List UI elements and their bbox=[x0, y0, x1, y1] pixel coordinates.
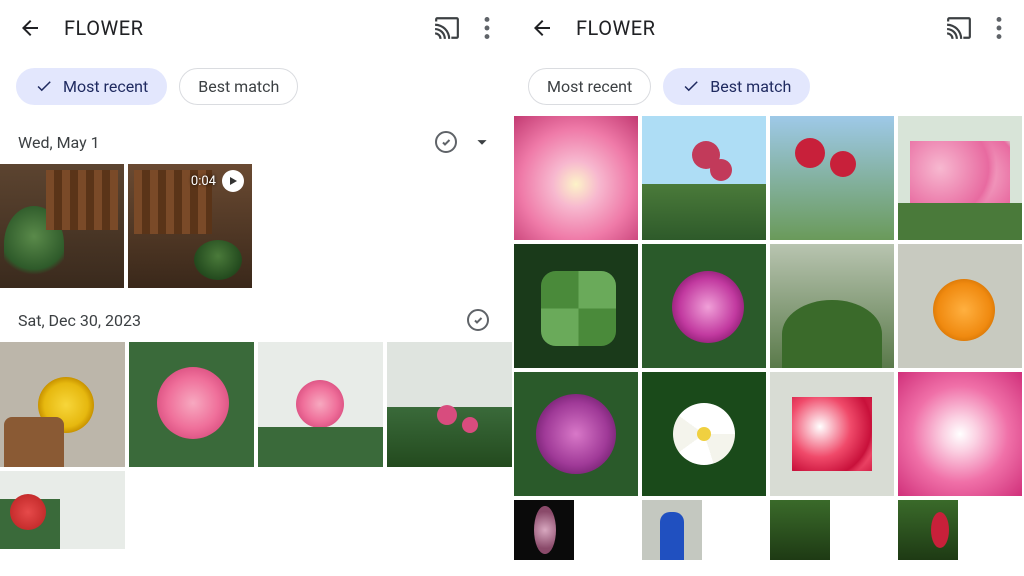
back-button[interactable] bbox=[528, 14, 556, 42]
photo-thumbnail[interactable] bbox=[898, 244, 1022, 368]
photo-thumbnail[interactable] bbox=[642, 244, 766, 368]
play-icon bbox=[222, 170, 244, 192]
video-duration: 0:04 bbox=[191, 174, 216, 189]
chevron-down-icon bbox=[471, 131, 493, 153]
photo-thumbnail[interactable] bbox=[514, 372, 638, 496]
pane-most-recent: FLOWER Most recent Best match Wed, May 1 bbox=[0, 0, 512, 576]
photo-thumbnail[interactable] bbox=[514, 116, 638, 240]
cast-icon bbox=[946, 17, 972, 39]
arrow-left-icon bbox=[530, 16, 554, 40]
header: FLOWER bbox=[512, 0, 1024, 56]
thumbnail-row: 0:04 bbox=[0, 164, 512, 288]
photo-thumbnail[interactable] bbox=[642, 372, 766, 496]
photo-thumbnail[interactable] bbox=[898, 500, 958, 560]
photo-thumbnail[interactable] bbox=[129, 342, 254, 467]
back-button[interactable] bbox=[16, 14, 44, 42]
check-circle-outline-icon bbox=[466, 308, 490, 332]
chip-label: Best match bbox=[710, 77, 791, 96]
photo-thumbnail[interactable] bbox=[514, 500, 574, 560]
video-overlay: 0:04 bbox=[128, 170, 252, 192]
photo-thumbnail[interactable] bbox=[770, 372, 894, 496]
photo-thumbnail[interactable] bbox=[898, 116, 1022, 240]
photo-thumbnail[interactable] bbox=[0, 471, 125, 549]
chip-best-match[interactable]: Best match bbox=[179, 68, 298, 105]
select-all-button[interactable] bbox=[466, 308, 490, 332]
chip-label: Best match bbox=[198, 77, 279, 96]
photo-thumbnail[interactable] bbox=[642, 500, 702, 560]
photo-thumbnail[interactable] bbox=[642, 116, 766, 240]
check-icon bbox=[35, 77, 53, 95]
chip-label: Most recent bbox=[547, 77, 632, 96]
more-vert-icon bbox=[996, 17, 1002, 39]
sort-chips: Most recent Best match bbox=[512, 56, 1024, 116]
chip-most-recent[interactable]: Most recent bbox=[16, 68, 167, 105]
date-label: Sat, Dec 30, 2023 bbox=[18, 311, 456, 330]
sort-chips: Most recent Best match bbox=[0, 56, 512, 116]
header: FLOWER bbox=[0, 0, 512, 56]
select-all-button[interactable] bbox=[434, 130, 458, 154]
more-vert-icon bbox=[484, 17, 490, 39]
search-title: FLOWER bbox=[64, 16, 434, 40]
cast-icon bbox=[434, 17, 460, 39]
search-title: FLOWER bbox=[576, 16, 946, 40]
photo-thumbnail[interactable] bbox=[514, 244, 638, 368]
thumbnail-row bbox=[0, 342, 512, 549]
date-header[interactable]: Wed, May 1 bbox=[0, 116, 512, 164]
check-circle-outline-icon bbox=[434, 130, 458, 154]
pane-best-match: FLOWER Most recent Best match bbox=[512, 0, 1024, 576]
cast-button[interactable] bbox=[434, 17, 460, 39]
photo-thumbnail[interactable] bbox=[770, 244, 894, 368]
photo-thumbnail[interactable] bbox=[0, 342, 125, 467]
photo-thumbnail[interactable] bbox=[898, 372, 1022, 496]
photo-thumbnail[interactable] bbox=[258, 342, 383, 467]
photo-thumbnail[interactable] bbox=[770, 116, 894, 240]
video-thumbnail[interactable]: 0:04 bbox=[128, 164, 252, 288]
chip-label: Most recent bbox=[63, 77, 148, 96]
photo-thumbnail[interactable] bbox=[770, 500, 830, 560]
results-grid bbox=[512, 116, 1024, 560]
more-button[interactable] bbox=[996, 17, 1002, 39]
chip-most-recent[interactable]: Most recent bbox=[528, 68, 651, 105]
date-label: Wed, May 1 bbox=[18, 133, 424, 152]
photo-thumbnail[interactable] bbox=[387, 342, 512, 467]
header-actions bbox=[946, 17, 1002, 39]
date-header[interactable]: Sat, Dec 30, 2023 bbox=[0, 294, 512, 342]
photo-thumbnail[interactable] bbox=[0, 164, 124, 288]
header-actions bbox=[434, 17, 490, 39]
cast-button[interactable] bbox=[946, 17, 972, 39]
arrow-left-icon bbox=[18, 16, 42, 40]
expand-button[interactable] bbox=[468, 131, 496, 153]
check-icon bbox=[682, 77, 700, 95]
chip-best-match[interactable]: Best match bbox=[663, 68, 810, 105]
more-button[interactable] bbox=[484, 17, 490, 39]
